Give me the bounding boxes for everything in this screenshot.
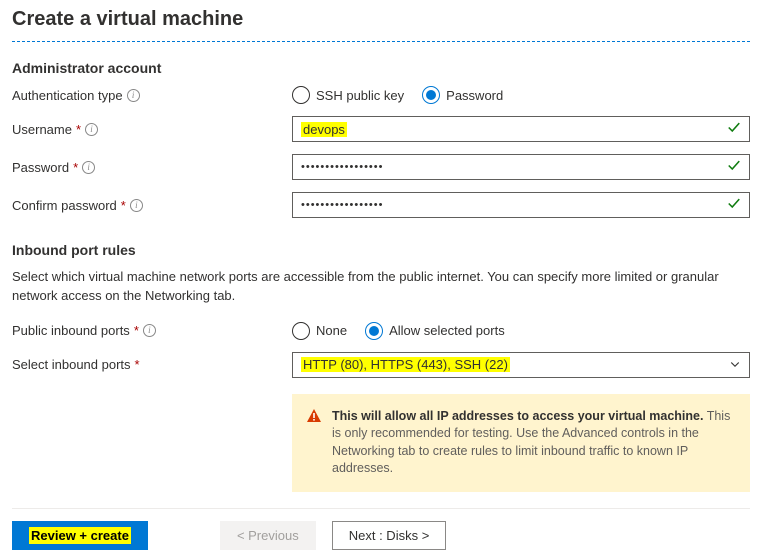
radio-password[interactable]: Password bbox=[422, 86, 503, 104]
password-label: Password * i bbox=[12, 160, 292, 175]
footer-divider bbox=[12, 508, 750, 509]
info-icon[interactable]: i bbox=[85, 123, 98, 136]
inbound-section-title: Inbound port rules bbox=[12, 242, 750, 258]
admin-section-title: Administrator account bbox=[12, 60, 750, 76]
footer: Review + create < Previous Next : Disks … bbox=[12, 521, 750, 550]
warning-bold: This will allow all IP addresses to acce… bbox=[332, 409, 703, 423]
check-icon bbox=[727, 197, 741, 214]
info-icon[interactable]: i bbox=[82, 161, 95, 174]
public-inbound-label: Public inbound ports * i bbox=[12, 323, 292, 338]
info-icon[interactable]: i bbox=[127, 89, 140, 102]
auth-type-label: Authentication type i bbox=[12, 88, 292, 103]
radio-ssh[interactable]: SSH public key bbox=[292, 86, 404, 104]
info-icon[interactable]: i bbox=[130, 199, 143, 212]
info-icon[interactable]: i bbox=[143, 324, 156, 337]
check-icon bbox=[727, 159, 741, 176]
username-field[interactable]: devops bbox=[292, 116, 750, 142]
password-field[interactable]: ••••••••••••••••• bbox=[292, 154, 750, 180]
page-title: Create a virtual machine bbox=[12, 0, 750, 41]
check-icon bbox=[727, 121, 741, 138]
confirm-password-label: Confirm password * i bbox=[12, 198, 292, 213]
header-divider bbox=[12, 41, 750, 42]
warning-icon bbox=[306, 408, 322, 478]
inbound-ports-select[interactable]: HTTP (80), HTTPS (443), SSH (22) bbox=[292, 352, 750, 378]
confirm-password-field[interactable]: ••••••••••••••••• bbox=[292, 192, 750, 218]
warning-box: This will allow all IP addresses to acce… bbox=[292, 394, 750, 492]
chevron-down-icon bbox=[729, 357, 741, 373]
review-create-button[interactable]: Review + create bbox=[12, 521, 148, 550]
radio-allow-selected[interactable]: Allow selected ports bbox=[365, 322, 505, 340]
next-button[interactable]: Next : Disks > bbox=[332, 521, 447, 550]
inbound-description: Select which virtual machine network por… bbox=[12, 268, 732, 306]
username-label: Username * i bbox=[12, 122, 292, 137]
select-inbound-label: Select inbound ports * bbox=[12, 357, 292, 372]
radio-none[interactable]: None bbox=[292, 322, 347, 340]
previous-button: < Previous bbox=[220, 521, 316, 550]
